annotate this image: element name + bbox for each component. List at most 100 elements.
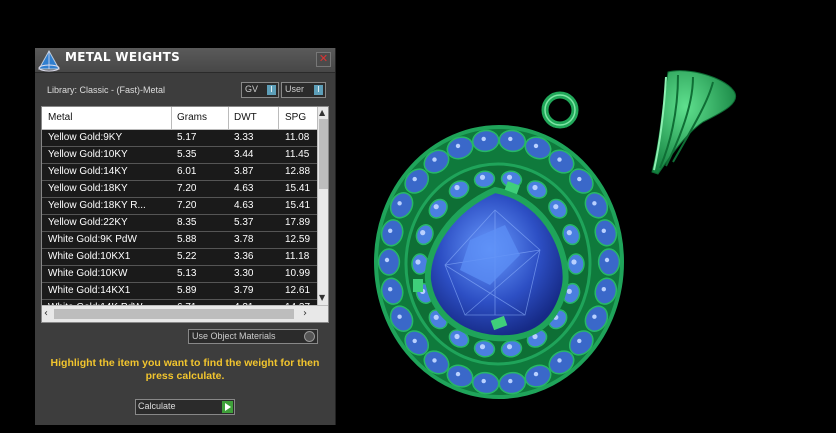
stone-highlight — [533, 143, 539, 149]
instruction-text: Highlight the item you want to find the … — [50, 357, 320, 382]
user-toggle[interactable]: User I — [281, 82, 326, 98]
table-row[interactable]: Yellow Gold:10KY 5.35 3.44 11.45 — [42, 147, 317, 164]
cell-dwt: 3.78 — [234, 234, 254, 245]
table-body: Yellow Gold:9KY 5.17 3.33 11.08 Yellow Gold:… — [42, 130, 317, 317]
table-row[interactable]: White Gold:14KX1 5.89 3.79 12.61 — [42, 283, 317, 300]
stone-highlight — [455, 371, 461, 377]
radio-icon[interactable] — [304, 331, 315, 342]
cell-grams: 5.88 — [177, 234, 197, 245]
column-header-metal[interactable]: Metal — [48, 112, 72, 123]
calculate-button[interactable]: Calculate — [135, 399, 235, 415]
cell-spg: 11.45 — [285, 149, 310, 160]
stone-highlight — [508, 136, 513, 142]
stone-highlight — [592, 314, 597, 319]
cell-spg: 11.08 — [285, 132, 310, 143]
vertical-scrollbar[interactable]: ▲ ▼ — [317, 107, 328, 305]
stone-highlight — [566, 230, 572, 236]
stone-highlight — [455, 143, 461, 149]
column-header-dwt[interactable]: DWT — [234, 112, 257, 123]
stone-highlight — [557, 157, 562, 162]
cell-dwt: 4.63 — [234, 183, 254, 194]
column-header-grams[interactable]: Grams — [177, 112, 207, 123]
stone-highlight — [433, 314, 439, 320]
stone-highlight — [432, 358, 437, 363]
user-toggle-label: User — [285, 84, 305, 94]
stone-highlight — [454, 333, 460, 340]
cell-spg: 15.41 — [285, 183, 311, 194]
table-row[interactable]: Yellow Gold:22KY 8.35 5.37 17.89 — [42, 215, 317, 232]
scroll-left-icon[interactable]: ‹ — [44, 308, 48, 319]
stone-highlight — [481, 136, 486, 142]
cell-grams: 8.35 — [177, 217, 197, 228]
cell-dwt: 3.87 — [234, 166, 254, 177]
stone-highlight — [533, 371, 539, 377]
bale-model[interactable] — [651, 70, 736, 175]
table-row[interactable]: Yellow Gold:18KY R... 7.20 4.63 15.41 — [42, 198, 317, 215]
logo-icon — [38, 49, 60, 72]
cell-spg: 12.88 — [285, 166, 311, 177]
cell-dwt: 4.63 — [234, 200, 254, 211]
stone-highlight — [415, 259, 421, 265]
vertical-scroll-thumb[interactable] — [319, 119, 328, 189]
cell-grams: 5.89 — [177, 285, 197, 296]
gv-toggle[interactable]: GV I — [241, 82, 279, 98]
stone-highlight — [577, 176, 582, 182]
cell-spg: 12.61 — [285, 285, 311, 296]
cell-grams: 6.01 — [177, 166, 197, 177]
stone-highlight — [432, 157, 437, 162]
use-object-materials-label: Use Object Materials — [192, 331, 276, 341]
table-row[interactable]: White Gold:9K PdW 5.88 3.78 12.59 — [42, 232, 317, 249]
scroll-up-icon[interactable]: ▲ — [319, 108, 325, 117]
cell-metal: White Gold:10KW — [48, 268, 128, 279]
3d-viewport[interactable] — [340, 50, 830, 430]
stone-highlight — [412, 176, 417, 182]
cell-metal: Yellow Gold:22KY — [48, 217, 128, 228]
cell-dwt: 3.30 — [234, 268, 254, 279]
horizontal-scrollbar[interactable]: ‹ › — [42, 305, 328, 322]
cell-spg: 12.59 — [285, 234, 311, 245]
stone-highlight — [454, 184, 460, 191]
table-row[interactable]: Yellow Gold:9KY 5.17 3.33 11.08 — [42, 130, 317, 147]
metal-weights-panel: METAL WEIGHTS ✕ Library: Classic - (Fast… — [35, 48, 336, 425]
panel-title: METAL WEIGHTS — [65, 50, 181, 64]
stone-highlight — [479, 174, 486, 180]
cell-dwt: 3.44 — [234, 149, 254, 160]
cell-metal: Yellow Gold:18KY — [48, 183, 128, 194]
cell-spg: 17.89 — [285, 217, 311, 228]
stone-highlight — [397, 201, 402, 206]
scroll-down-icon[interactable]: ▼ — [319, 293, 325, 302]
pendant-model[interactable] — [374, 91, 624, 399]
stone-highlight — [601, 287, 606, 292]
stone-highlight — [553, 204, 559, 210]
stone-highlight — [601, 228, 606, 233]
cell-metal: Yellow Gold:18KY R... — [48, 200, 146, 211]
close-icon[interactable]: ✕ — [316, 52, 331, 67]
cell-metal: Yellow Gold:10KY — [48, 149, 128, 160]
user-indicator-icon: I — [314, 85, 323, 95]
table-row[interactable]: White Gold:10KW 5.13 3.30 10.99 — [42, 266, 317, 283]
table-row[interactable]: Yellow Gold:18KY 7.20 4.63 15.41 — [42, 181, 317, 198]
accent-stone — [377, 248, 401, 276]
stone-highlight — [506, 174, 513, 180]
column-header-spg[interactable]: SPG — [285, 112, 306, 123]
cell-metal: White Gold:10KX1 — [48, 251, 131, 262]
table-row[interactable]: White Gold:10KX1 5.22 3.36 11.18 — [42, 249, 317, 266]
stone-highlight — [604, 257, 610, 263]
cell-metal: Yellow Gold:9KY — [48, 132, 123, 143]
gv-toggle-label: GV — [245, 84, 259, 94]
cell-metal: White Gold:9K PdW — [48, 234, 137, 245]
stone-highlight — [481, 378, 486, 384]
panel-titlebar[interactable]: METAL WEIGHTS ✕ — [35, 48, 335, 73]
cell-grams: 5.35 — [177, 149, 197, 160]
stone-highlight — [433, 204, 439, 210]
cell-metal: White Gold:14KX1 — [48, 285, 131, 296]
play-icon[interactable] — [222, 401, 233, 413]
stone-highlight — [532, 184, 538, 191]
table-row[interactable]: Yellow Gold:14KY 6.01 3.87 12.88 — [42, 164, 317, 181]
horizontal-scroll-thumb[interactable] — [54, 309, 294, 319]
scroll-right-icon[interactable]: › — [303, 308, 307, 319]
cell-grams: 5.22 — [177, 251, 197, 262]
cell-grams: 5.13 — [177, 268, 197, 279]
stone-highlight — [571, 259, 577, 265]
use-object-materials-toggle[interactable]: Use Object Materials — [188, 329, 318, 344]
